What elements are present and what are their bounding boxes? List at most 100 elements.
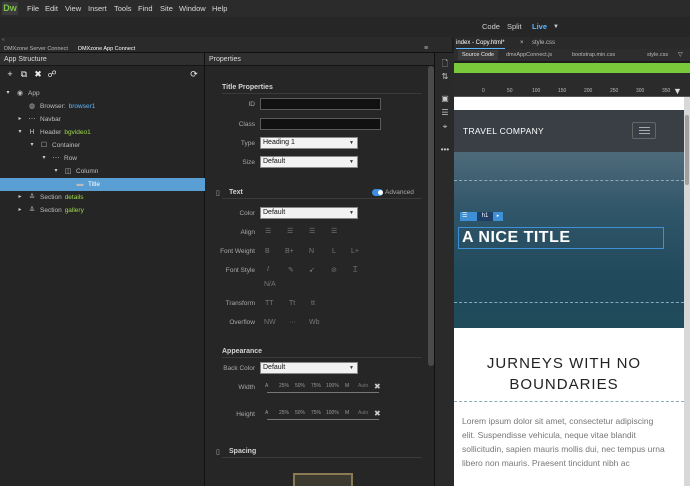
- ruler-handle-icon[interactable]: ▼: [673, 86, 682, 96]
- preview-scroll-thumb[interactable]: [685, 115, 689, 185]
- live-dropdown-icon[interactable]: ▼: [553, 17, 559, 37]
- transform-lowercase[interactable]: tt: [311, 300, 315, 307]
- sort-icon[interactable]: ⇅: [440, 72, 450, 81]
- clear-width-icon[interactable]: ✖: [374, 382, 381, 391]
- filter-icon[interactable]: ▽: [678, 50, 683, 60]
- element-menu-icon[interactable]: ☰: [462, 212, 467, 219]
- align-right-icon[interactable]: ☰: [309, 227, 315, 235]
- id-input[interactable]: [260, 98, 381, 110]
- refresh-icon[interactable]: ⟳: [188, 67, 200, 81]
- split-view-button[interactable]: Split: [507, 17, 522, 37]
- tree-item[interactable]: ▾ H Header bgvideo1: [0, 126, 205, 139]
- tab-style-css[interactable]: style.css: [532, 37, 555, 49]
- element-next-icon[interactable]: ▸: [493, 212, 503, 221]
- code-view-button[interactable]: Code: [482, 17, 500, 37]
- tree-twisty-icon[interactable]: ▾: [28, 139, 36, 152]
- type-select[interactable]: Heading 1 ▼: [260, 137, 358, 149]
- weight-light[interactable]: L: [332, 248, 336, 255]
- tree-item[interactable]: ▸ ≚ Section details: [0, 191, 205, 204]
- menu-line: [639, 133, 650, 134]
- file-dmxappconnect[interactable]: dmxAppConnect.js: [506, 50, 552, 60]
- element-tag-badge[interactable]: h1: [477, 212, 493, 221]
- tree-label: Row: [64, 152, 77, 165]
- align-justify-icon[interactable]: ☰: [331, 227, 337, 235]
- strike-icon[interactable]: T̲: [353, 266, 357, 273]
- overflow-ellipsis[interactable]: ···: [289, 319, 296, 326]
- oblique-icon[interactable]: ➹: [309, 266, 315, 274]
- source-code-tab[interactable]: Source Code: [458, 50, 499, 60]
- transform-uppercase[interactable]: TT: [265, 300, 274, 307]
- align-left-icon[interactable]: ☰: [265, 227, 271, 235]
- tree-twisty-icon[interactable]: ▸: [16, 191, 24, 204]
- pen-icon[interactable]: ✎: [288, 266, 294, 274]
- file-icon[interactable]: 🗋: [440, 58, 450, 72]
- text-section-icon: ▯: [216, 190, 220, 197]
- tree-twisty-icon[interactable]: ▾: [4, 87, 12, 100]
- tree-twisty-icon[interactable]: ▸: [16, 113, 24, 126]
- width-slider[interactable]: A 25% 50% 75% 100% M Auto: [263, 382, 383, 396]
- back-color-select[interactable]: Default ▼: [260, 362, 358, 374]
- spacing-box-model[interactable]: [293, 473, 353, 486]
- weight-lighter[interactable]: L+: [351, 248, 359, 255]
- italic-icon[interactable]: I: [267, 266, 269, 273]
- menu-file[interactable]: File: [27, 0, 39, 17]
- tree-item[interactable]: ▾ ◉ App: [0, 87, 205, 100]
- tree-item[interactable]: ▾ ☐ Container: [0, 139, 205, 152]
- tree-twisty-icon[interactable]: ▸: [16, 204, 24, 217]
- menu-window[interactable]: Window: [179, 0, 206, 17]
- tree-twisty-icon[interactable]: ▾: [40, 152, 48, 165]
- tab-index-copy[interactable]: index - Copy.html*: [456, 37, 505, 49]
- inspect-icon[interactable]: ▣: [440, 94, 450, 103]
- tree-twisty-icon[interactable]: ▾: [16, 126, 24, 139]
- menu-insert[interactable]: Insert: [88, 0, 107, 17]
- menu-help[interactable]: Help: [212, 0, 227, 17]
- delete-icon[interactable]: ✖: [32, 67, 44, 81]
- data-bindings-icon[interactable]: ☍: [46, 67, 58, 81]
- tree-item[interactable]: ◍ Browser: browser1: [0, 100, 205, 113]
- add-icon[interactable]: +: [4, 67, 16, 81]
- height-slider[interactable]: A 25% 50% 75% 100% M Auto: [263, 409, 383, 423]
- tree-twisty-icon[interactable]: ▾: [52, 165, 60, 178]
- scale-25: 25%: [279, 383, 290, 389]
- copy-icon[interactable]: ⧉: [18, 67, 30, 81]
- overflow-nowrap[interactable]: NW: [264, 319, 276, 326]
- clear-height-icon[interactable]: ✖: [374, 409, 381, 418]
- menu-find[interactable]: Find: [138, 0, 153, 17]
- align-icon[interactable]: ☰: [440, 108, 450, 117]
- live-view-button[interactable]: Live: [532, 17, 547, 37]
- no-style-icon[interactable]: ⊘: [331, 266, 337, 274]
- ruler-mark: 300: [636, 88, 645, 94]
- overflow-break[interactable]: Wb: [309, 319, 320, 326]
- transform-label: Transform: [225, 300, 255, 307]
- brand-text[interactable]: TRAVEL COMPANY: [463, 126, 544, 136]
- tree-item[interactable]: ▾ ◫ Column: [0, 165, 205, 178]
- element-toolbar[interactable]: ☰: [460, 212, 477, 221]
- section-heading[interactable]: JURNEYS WITH NO BOUNDARIES: [459, 353, 669, 395]
- menu-tools[interactable]: Tools: [114, 0, 132, 17]
- file-style-css[interactable]: style.css: [647, 50, 668, 60]
- menu-edit[interactable]: Edit: [45, 0, 58, 17]
- close-tab-icon[interactable]: ×: [520, 37, 524, 49]
- class-input[interactable]: [260, 118, 381, 130]
- weight-normal[interactable]: N: [309, 248, 314, 255]
- advanced-toggle[interactable]: [372, 189, 383, 196]
- weight-bold[interactable]: B: [265, 248, 270, 255]
- tree-item[interactable]: ▾ ⋯ Row: [0, 152, 205, 165]
- hamburger-button[interactable]: [632, 122, 656, 139]
- tree-item[interactable]: ▸ ≚ Section gallery: [0, 204, 205, 217]
- menu-site[interactable]: Site: [160, 0, 173, 17]
- size-select[interactable]: Default ▼: [260, 156, 358, 168]
- tree-item[interactable]: ▸ ⋯ Navbar: [0, 113, 205, 126]
- color-select[interactable]: Default ▼: [260, 207, 358, 219]
- file-bootstrap[interactable]: bootstrap.min.css: [572, 50, 615, 60]
- more-icon[interactable]: •••: [440, 145, 450, 154]
- weight-bolder[interactable]: B+: [285, 248, 294, 255]
- hero-title[interactable]: A NICE TITLE: [462, 229, 571, 247]
- section-paragraph[interactable]: Lorem ipsum dolor sit amet, consectetur …: [462, 414, 668, 470]
- chevron-down-icon: ▼: [349, 159, 354, 165]
- menu-view[interactable]: View: [65, 0, 81, 17]
- tree-item[interactable]: ▬ Title: [0, 178, 205, 191]
- target-icon[interactable]: ⌖: [440, 122, 450, 132]
- transform-capitalize[interactable]: Tt: [289, 300, 295, 307]
- align-center-icon[interactable]: ☰: [287, 227, 293, 235]
